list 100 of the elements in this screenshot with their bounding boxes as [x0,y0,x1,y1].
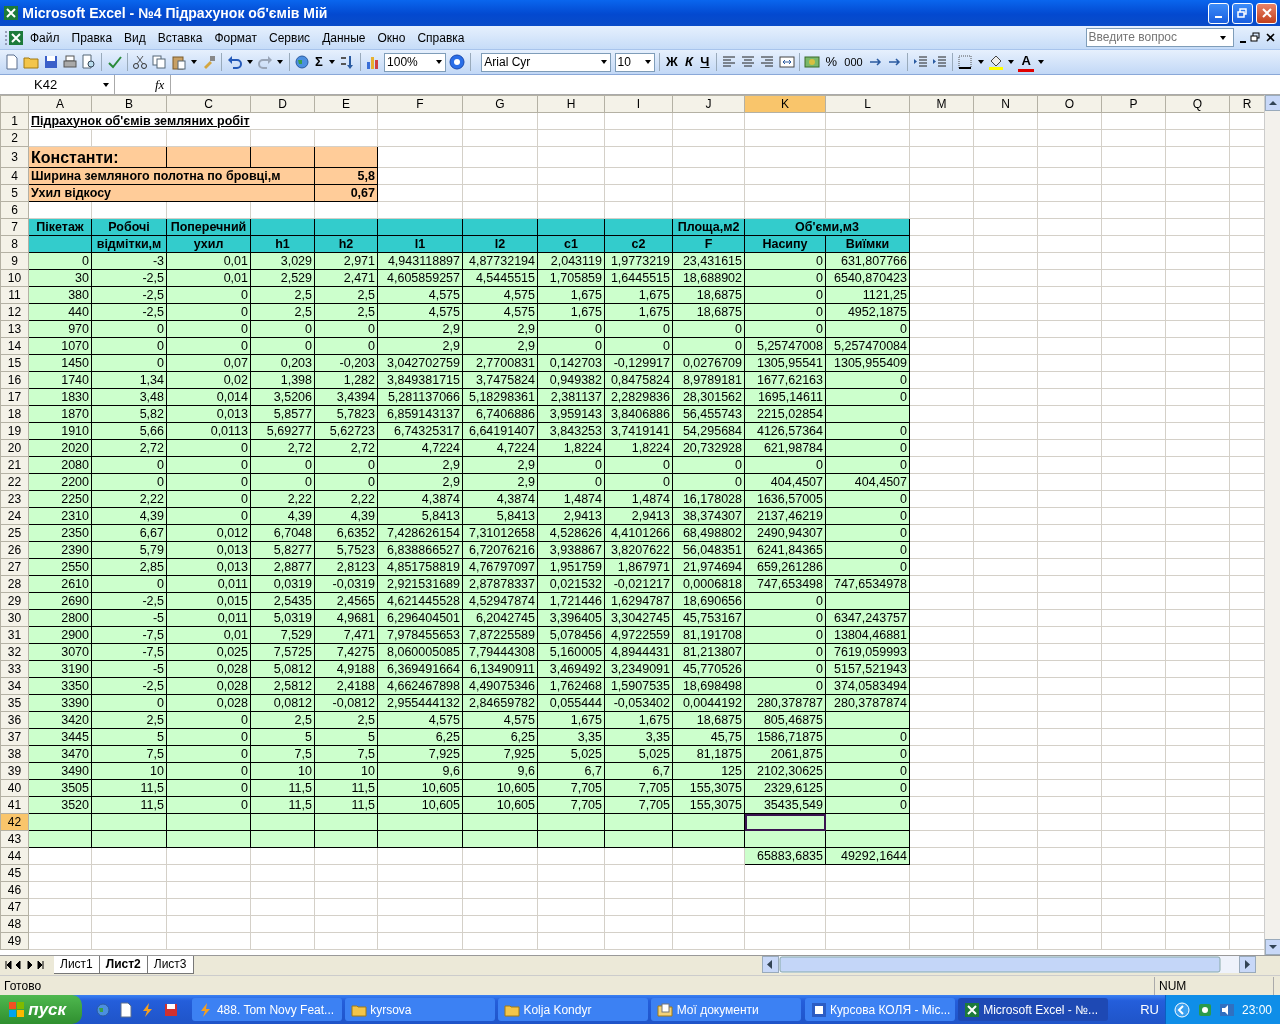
column-header[interactable]: I [604,95,673,113]
chart-icon[interactable] [364,54,381,70]
align-center-icon[interactable] [740,54,757,70]
speaker-icon[interactable] [1219,1001,1236,1018]
taskbar-button[interactable]: Мої документи [651,998,802,1021]
column-header[interactable]: R [1229,95,1264,113]
close-icon[interactable] [1266,31,1276,44]
row-header[interactable]: 3 [0,146,29,168]
taskbar-button[interactable]: Курсова КОЛЯ - Mic... [804,998,955,1021]
document-icon[interactable] [117,1001,134,1018]
taskbar-button[interactable]: 488. Tom Novy Feat... [191,998,342,1021]
vertical-scrollbar[interactable] [1264,95,1280,955]
taskbar-button[interactable]: kyrsova [344,998,495,1021]
caret-icon[interactable] [276,58,285,66]
menu-item[interactable]: Сервис [263,26,317,49]
merge-cells-icon[interactable] [778,54,795,70]
column-header[interactable]: J [672,95,745,113]
caret-icon[interactable] [1037,58,1045,66]
scissors-icon[interactable] [132,54,148,70]
close-button[interactable] [1256,2,1277,24]
sheet-tab[interactable]: Лист2 [99,956,148,974]
scroll-down-icon[interactable] [1265,939,1280,955]
restore-icon[interactable] [1250,31,1262,44]
column-header[interactable]: D [250,95,315,113]
caret-icon[interactable] [189,58,198,66]
column-header[interactable]: Q [1165,95,1230,113]
help-search-field[interactable]: Введите вопрос [1085,28,1234,47]
minimize-button[interactable] [1207,2,1229,24]
caret-icon[interactable] [1007,58,1016,66]
undo-icon[interactable] [226,54,243,70]
font-color-button[interactable]: A [1018,52,1034,72]
menu-item[interactable]: Правка [65,26,119,49]
copy-icon[interactable] [151,54,168,70]
floppy-icon[interactable] [162,1001,179,1018]
column-header[interactable]: O [1037,95,1102,113]
column-header[interactable]: K [744,95,826,113]
spreadsheet-icon[interactable] [8,29,24,46]
menu-item[interactable]: Файл [24,26,66,49]
column-header[interactable]: A [28,95,92,113]
scroll-up-icon[interactable] [1265,95,1280,111]
caret-icon[interactable] [245,58,254,66]
caret-icon[interactable] [102,80,110,89]
column-header[interactable]: G [462,95,538,113]
menu-item[interactable]: Окно [371,26,412,49]
caret-icon[interactable] [600,58,609,66]
caret-icon[interactable] [435,58,444,66]
autosum-button[interactable]: Σ [313,52,325,72]
column-header[interactable]: M [909,95,974,113]
font-size-field[interactable]: 10 [614,52,655,72]
thousands-button[interactable]: 000 [842,52,865,72]
zoom-field[interactable]: 100% [384,52,447,72]
column-header[interactable]: E [314,95,378,113]
save-icon[interactable] [42,54,59,70]
bold-button[interactable]: Ж [664,52,680,72]
column-header[interactable]: L [825,95,910,113]
currency-icon[interactable] [804,54,821,70]
function-label[interactable]: fx [155,74,165,95]
sort-icon[interactable] [339,54,356,70]
help-icon[interactable] [449,54,466,70]
new-document-icon[interactable] [4,54,20,70]
italic-button[interactable]: К [683,52,696,72]
caret-icon[interactable] [976,58,985,66]
horizontal-scrollbar[interactable] [762,956,1256,973]
printer-icon[interactable] [61,54,78,70]
align-left-icon[interactable] [720,54,737,70]
column-header[interactable]: F [377,95,463,113]
taskbar-button[interactable]: Microsoft Excel - №... [957,998,1108,1021]
align-right-icon[interactable] [759,54,776,70]
borders-icon[interactable] [957,54,974,70]
globe-icon[interactable] [293,54,310,70]
caret-icon[interactable] [1218,33,1227,42]
column-header[interactable]: C [166,95,251,113]
fill-color-icon[interactable] [987,54,1004,70]
percent-button[interactable]: % [823,52,839,72]
chevron-icon[interactable] [1174,1001,1191,1018]
restore-button[interactable] [1231,2,1253,24]
font-field[interactable]: Arial Cyr [481,52,612,72]
name-box[interactable]: K42 [0,75,115,94]
sheet-tab[interactable]: Лист3 [147,956,194,974]
language-indicator[interactable]: RU [1140,999,1159,1020]
column-header[interactable]: P [1101,95,1166,113]
paste-icon[interactable] [170,54,187,70]
print-preview-icon[interactable] [81,54,97,70]
caret-icon[interactable] [328,58,337,66]
underline-button[interactable]: Ч [698,52,712,72]
increase-indent-icon[interactable] [931,54,948,70]
menu-item[interactable]: Справка [411,26,471,49]
minimize-icon[interactable] [1240,40,1246,43]
menu-item[interactable]: Формат [208,26,264,49]
column-header[interactable]: B [91,95,167,113]
sheet-tab[interactable]: Лист1 [54,956,100,974]
menu-item[interactable]: Вид [118,26,152,49]
check-icon[interactable] [106,54,123,70]
column-header[interactable]: N [973,95,1038,113]
decrease-indent-icon[interactable] [912,54,929,70]
shield-icon[interactable] [1196,1001,1213,1018]
taskbar-button[interactable]: Kolja Kondyr [498,998,649,1021]
caret-icon[interactable] [643,58,652,66]
menu-item[interactable]: Вставка [151,26,209,49]
menu-item[interactable]: Данные [316,26,372,49]
